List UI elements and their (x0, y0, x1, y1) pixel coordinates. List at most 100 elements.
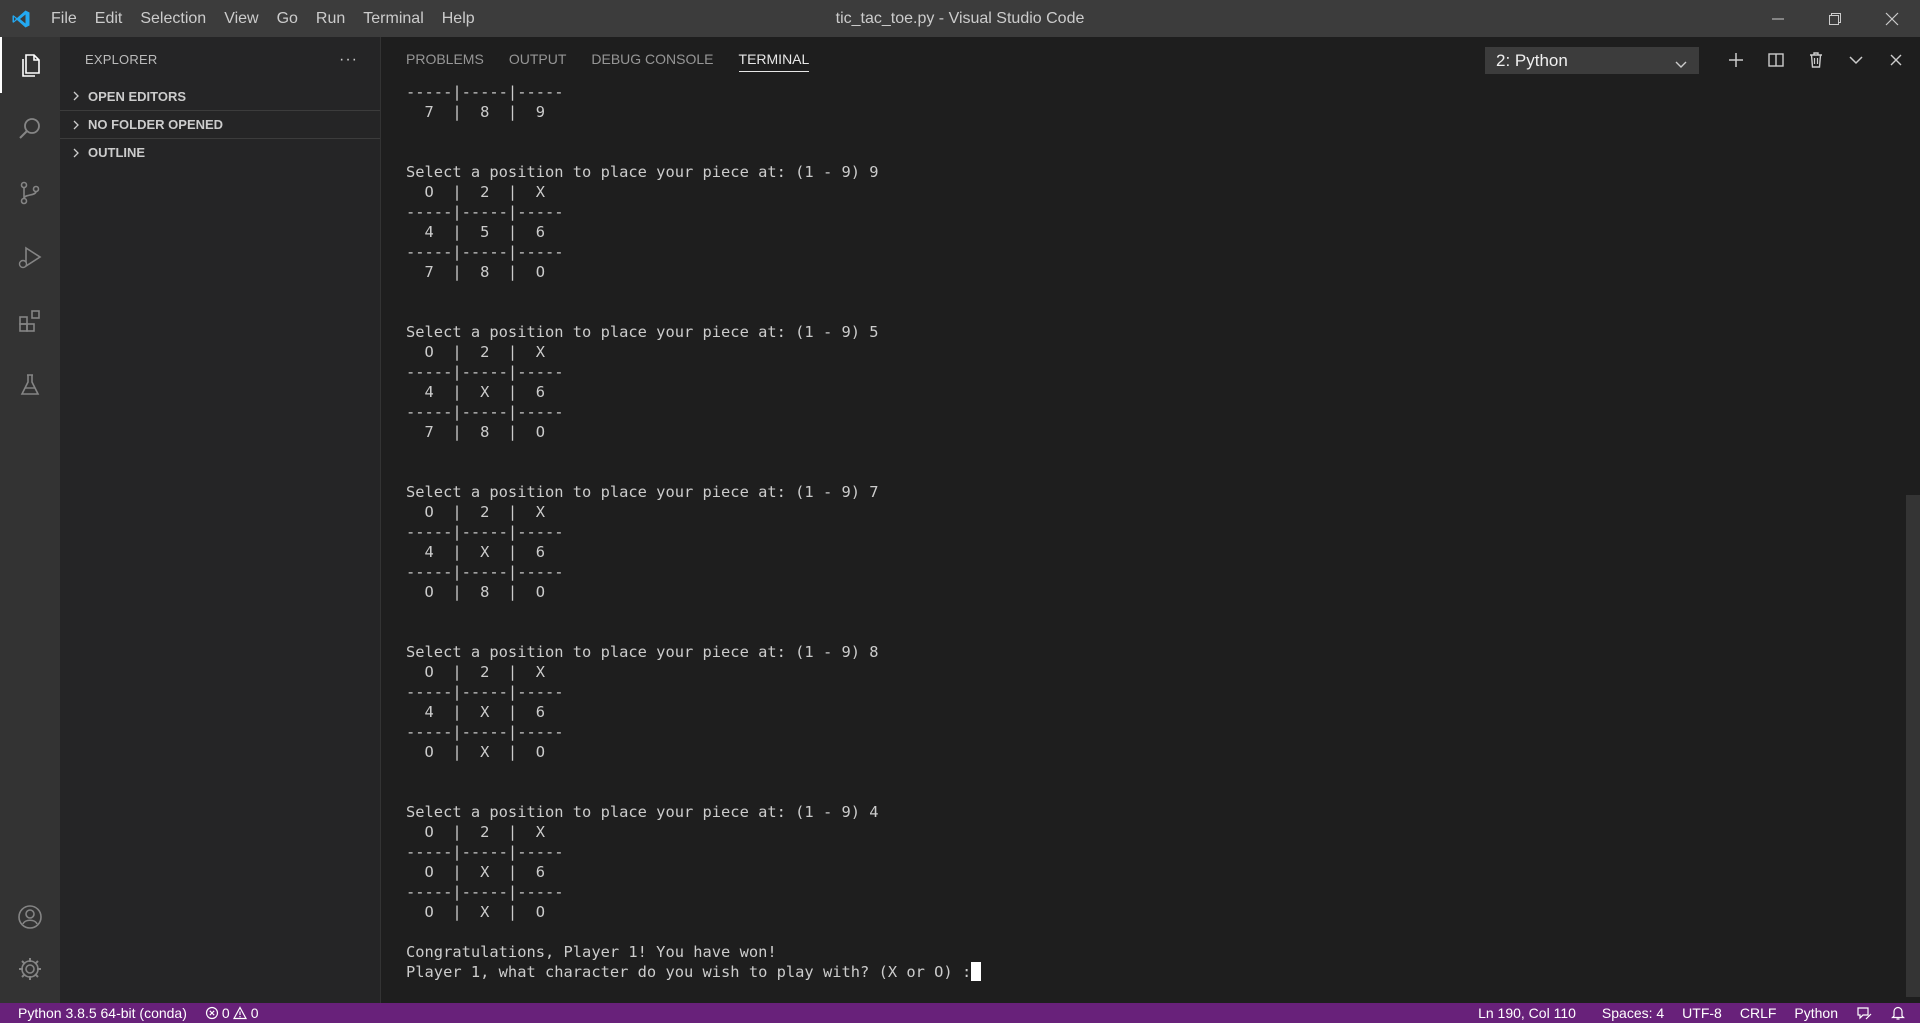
python-interpreter[interactable]: Python 3.8.5 64-bit (conda) (0, 1003, 196, 1023)
explorer-button[interactable] (0, 37, 60, 93)
close-icon (1890, 54, 1902, 65)
run-debug-button[interactable] (0, 229, 60, 285)
terminal-line: -----|-----|----- (406, 563, 564, 581)
maximize-panel-button[interactable] (1836, 37, 1876, 82)
terminal-select-value: 2: Python (1496, 51, 1568, 70)
manage-button[interactable] (0, 941, 60, 997)
activity-bar (0, 37, 60, 1003)
plus-icon (1729, 52, 1743, 67)
indentation[interactable]: Spaces: 4 (1593, 1003, 1673, 1023)
end-of-line[interactable]: CRLF (1731, 1003, 1786, 1023)
tab-output[interactable]: OUTPUT (509, 37, 567, 82)
chevron-right-icon (68, 88, 84, 104)
extensions-button[interactable] (0, 293, 60, 349)
language-mode[interactable]: Python (1785, 1003, 1847, 1023)
terminal-line: Select a position to place your piece at… (406, 483, 879, 501)
testing-button[interactable] (0, 357, 60, 413)
terminal-line: 4 | X | 6 (406, 703, 545, 721)
terminal-line: 4 | X | 6 (406, 383, 545, 401)
terminal-scrollbar[interactable] (1906, 495, 1920, 997)
section-open-editors[interactable]: OPEN EDITORS (60, 82, 380, 110)
trash-icon (1810, 51, 1822, 68)
terminal-line: Congratulations, Player 1! You have won! (406, 943, 777, 961)
menu-terminal[interactable]: Terminal (354, 0, 432, 37)
status-bar: Python 3.8.5 64-bit (conda) 0 0 Ln 190, … (0, 1003, 1920, 1023)
split-terminal-button[interactable] (1756, 37, 1796, 82)
problems-status[interactable]: 0 0 (196, 1003, 268, 1023)
panel-header: PROBLEMS OUTPUT DEBUG CONSOLE TERMINAL 2… (381, 37, 1920, 82)
section-label: OPEN EDITORS (88, 88, 187, 104)
tab-debug-console[interactable]: DEBUG CONSOLE (591, 37, 713, 82)
terminal-select[interactable]: 2: Python (1485, 47, 1699, 74)
terminal-line: 7 | 8 | O (406, 423, 545, 441)
terminal-output[interactable]: -----|-----|----- 7 | 8 | 9 Select a posi… (406, 82, 1886, 998)
terminal-line: O | X | O (406, 903, 545, 921)
terminal-line: O | 2 | X (406, 823, 545, 841)
menu-file[interactable]: File (42, 0, 86, 37)
close-window-button[interactable] (1863, 0, 1920, 37)
account-button[interactable] (0, 889, 60, 945)
tab-terminal[interactable]: TERMINAL (738, 37, 809, 82)
more-actions-icon[interactable]: ··· (339, 51, 358, 69)
search-button[interactable] (0, 101, 60, 157)
terminal-prompt: Player 1, what character do you wish to … (406, 963, 972, 981)
bottom-panel: PROBLEMS OUTPUT DEBUG CONSOLE TERMINAL 2… (380, 37, 1920, 1003)
error-count: 0 (221, 1005, 230, 1021)
explorer-icon (22, 54, 40, 77)
terminal-line: O | X | O (406, 743, 545, 761)
terminal-line: Select a position to place your piece at… (406, 643, 879, 661)
terminal-line: -----|-----|----- (406, 403, 564, 421)
tab-problems[interactable]: PROBLEMS (406, 37, 484, 82)
terminal-line: -----|-----|----- (406, 203, 564, 221)
minimize-button[interactable] (1749, 0, 1806, 37)
menu-edit[interactable]: Edit (86, 0, 132, 37)
menu-help[interactable]: Help (433, 0, 484, 37)
minimize-icon (1771, 18, 1784, 19)
menu-go[interactable]: Go (268, 0, 307, 37)
feedback-button[interactable] (1847, 1005, 1881, 1021)
kill-terminal-button[interactable] (1796, 37, 1836, 82)
terminal-line: O | 2 | X (406, 663, 545, 681)
warning-icon (232, 1006, 247, 1020)
error-icon (205, 1006, 218, 1020)
notifications-button[interactable] (1881, 1005, 1920, 1021)
chevron-down-icon (1849, 55, 1863, 64)
chevron-down-icon (1674, 54, 1688, 79)
menu-run[interactable]: Run (307, 0, 354, 37)
bell-icon (1891, 1006, 1905, 1020)
terminal-line: -----|-----|----- (406, 723, 564, 741)
chevron-right-icon (68, 117, 84, 133)
section-no-folder[interactable]: NO FOLDER OPENED (60, 110, 380, 138)
feedback-icon (1857, 1007, 1872, 1020)
testing-icon (20, 374, 40, 395)
section-outline[interactable]: OUTLINE (60, 138, 380, 166)
restore-icon (1828, 12, 1841, 25)
restore-button[interactable] (1806, 0, 1863, 37)
menu-view[interactable]: View (215, 0, 267, 37)
encoding[interactable]: UTF-8 (1673, 1003, 1731, 1023)
run-debug-icon (18, 246, 42, 269)
terminal-line: 7 | 8 | 9 (406, 103, 545, 121)
terminal-line: Select a position to place your piece at… (406, 803, 879, 821)
terminal-line: -----|-----|----- (406, 243, 564, 261)
new-terminal-button[interactable] (1716, 37, 1756, 82)
terminal-line: -----|-----|----- (406, 883, 564, 901)
source-control-icon (20, 181, 40, 205)
source-control-button[interactable] (0, 165, 60, 221)
terminal-line: O | 8 | O (406, 583, 545, 601)
sidebar-header: EXPLORER ··· (60, 37, 380, 82)
manage-gear-icon (19, 958, 41, 980)
menu-selection[interactable]: Selection (131, 0, 215, 37)
cursor-position[interactable]: Ln 190, Col 110 (1469, 1003, 1585, 1023)
terminal-line: -----|-----|----- (406, 83, 564, 101)
terminal-line: O | 2 | X (406, 503, 545, 521)
close-panel-button[interactable] (1876, 37, 1916, 82)
